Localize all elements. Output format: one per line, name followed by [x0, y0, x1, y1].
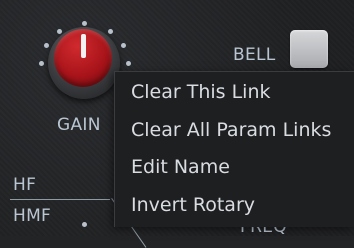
- knob-scale-dot: [82, 21, 87, 26]
- hf-label: HF: [13, 175, 37, 195]
- knob-scale-dot: [121, 43, 126, 48]
- context-menu: Clear This Link Clear All Param Links Ed…: [114, 71, 354, 227]
- bell-label: BELL: [233, 45, 276, 65]
- divider-line: [10, 199, 110, 200]
- knob-scale-dot: [82, 222, 87, 227]
- menu-item-clear-this-link[interactable]: Clear This Link: [115, 74, 354, 112]
- gain-knob-pointer: [81, 34, 86, 58]
- menu-item-clear-all-param-links[interactable]: Clear All Param Links: [115, 112, 354, 150]
- knob-scale-dot: [44, 43, 49, 48]
- knob-scale-dot: [39, 61, 44, 66]
- bell-toggle-button[interactable]: [290, 30, 328, 68]
- menu-item-invert-rotary[interactable]: Invert Rotary: [115, 187, 354, 225]
- gain-label: GAIN: [57, 115, 101, 135]
- menu-item-edit-name[interactable]: Edit Name: [115, 149, 354, 187]
- knob-scale-dot: [126, 61, 131, 66]
- knob-scale-dot: [57, 29, 62, 34]
- hmf-label: HMF: [13, 206, 52, 226]
- knob-scale-dot: [108, 29, 113, 34]
